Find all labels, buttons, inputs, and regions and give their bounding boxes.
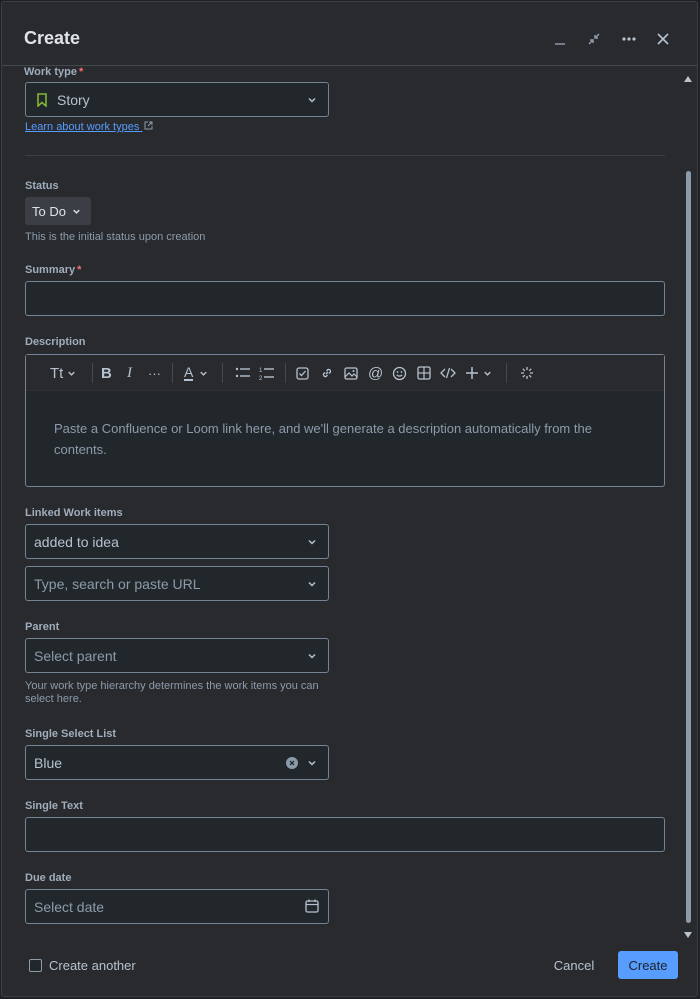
more-icon[interactable] bbox=[618, 28, 640, 50]
due-date-placeholder: Select date bbox=[34, 898, 105, 915]
linked-work-items-label: Linked Work items bbox=[25, 507, 123, 519]
text-color-icon[interactable]: A bbox=[184, 364, 209, 382]
create-dialog: Create Work type * Story Learn about wor… bbox=[1, 1, 698, 997]
dialog-header: Create bbox=[2, 2, 697, 66]
bullet-list-icon[interactable] bbox=[235, 364, 251, 382]
form-scroll-area[interactable]: Work type* Story Learn about work types bbox=[2, 67, 697, 933]
ai-sparkle-icon[interactable] bbox=[520, 364, 534, 382]
link-icon[interactable] bbox=[320, 364, 334, 382]
single-select-list[interactable]: Blue bbox=[25, 745, 329, 780]
scrollbar-thumb[interactable] bbox=[686, 171, 691, 923]
chevron-down-icon bbox=[306, 649, 318, 665]
single-text-input[interactable] bbox=[25, 817, 665, 852]
toolbar-separator bbox=[285, 363, 286, 383]
text-style-button[interactable]: Tt bbox=[50, 364, 77, 382]
link-relation-select[interactable]: added to idea bbox=[25, 524, 329, 559]
status-helper: This is the initial status upon creation bbox=[25, 231, 206, 243]
create-button[interactable]: Create bbox=[618, 951, 678, 979]
clear-icon[interactable] bbox=[286, 757, 298, 769]
numbered-list-icon[interactable]: 12 bbox=[259, 364, 275, 382]
image-icon[interactable] bbox=[344, 364, 358, 382]
more-formatting-icon[interactable]: ··· bbox=[148, 364, 161, 382]
status-label: Status bbox=[25, 180, 59, 192]
chevron-down-icon bbox=[71, 206, 82, 217]
linked-item-search-placeholder: Type, search or paste URL bbox=[34, 575, 201, 592]
description-label: Description bbox=[25, 336, 86, 348]
toolbar-separator bbox=[222, 363, 223, 383]
due-date-picker[interactable]: Select date bbox=[25, 889, 329, 924]
summary-input[interactable] bbox=[25, 281, 665, 316]
linked-item-search[interactable]: Type, search or paste URL bbox=[25, 566, 329, 601]
bookmark-icon bbox=[36, 92, 48, 107]
external-link-icon bbox=[144, 121, 153, 133]
scroll-up-arrow[interactable] bbox=[684, 70, 692, 82]
learn-work-types-link[interactable]: Learn about work types bbox=[25, 121, 153, 133]
parent-placeholder: Select parent bbox=[34, 647, 117, 664]
bold-icon[interactable]: B bbox=[101, 364, 112, 382]
chevron-down-icon bbox=[306, 577, 318, 593]
chevron-down-icon bbox=[306, 756, 318, 772]
parent-select[interactable]: Select parent bbox=[25, 638, 329, 673]
single-select-value: Blue bbox=[34, 754, 63, 771]
work-type-value: Story bbox=[57, 91, 90, 108]
editor-toolbar: Tt B I ··· A 1 2 @ bbox=[26, 355, 664, 391]
work-type-label: Work type * bbox=[24, 67, 84, 78]
emoji-icon[interactable] bbox=[392, 364, 407, 382]
svg-text:1: 1 bbox=[259, 368, 263, 374]
work-type-select[interactable]: Story bbox=[25, 82, 329, 117]
dialog-title: Create bbox=[24, 28, 81, 48]
link-relation-value: added to idea bbox=[34, 533, 119, 550]
parent-label: Parent bbox=[25, 621, 60, 633]
italic-icon[interactable]: I bbox=[127, 364, 132, 382]
dialog-footer: Create another Cancel Create bbox=[2, 933, 697, 997]
summary-label: Summary * bbox=[25, 264, 82, 276]
scroll-down-arrow[interactable] bbox=[684, 926, 692, 938]
table-icon[interactable] bbox=[417, 364, 431, 382]
minimize-icon[interactable] bbox=[549, 28, 571, 50]
collapse-icon[interactable] bbox=[583, 28, 605, 50]
svg-text:2: 2 bbox=[259, 376, 263, 381]
insert-plus-icon[interactable] bbox=[465, 364, 493, 382]
section-divider bbox=[25, 155, 665, 156]
parent-helper: Your work type hierarchy determines the … bbox=[25, 680, 319, 705]
close-icon[interactable] bbox=[652, 28, 674, 50]
calendar-icon[interactable] bbox=[305, 899, 319, 916]
checkbox-icon[interactable] bbox=[296, 364, 309, 382]
toolbar-separator bbox=[92, 363, 93, 383]
status-value: To Do bbox=[32, 203, 66, 219]
status-dropdown[interactable]: To Do bbox=[25, 197, 91, 225]
due-date-label: Due date bbox=[25, 872, 72, 884]
create-another-checkbox[interactable] bbox=[29, 959, 42, 972]
mention-icon[interactable]: @ bbox=[368, 364, 383, 382]
toolbar-separator bbox=[506, 363, 507, 383]
single-select-label: Single Select List bbox=[25, 728, 117, 740]
description-placeholder: Paste a Confluence or Loom link here, an… bbox=[54, 421, 592, 457]
single-text-label: Single Text bbox=[25, 800, 83, 812]
chevron-down-icon bbox=[306, 93, 318, 109]
cancel-button[interactable]: Cancel bbox=[542, 951, 606, 979]
chevron-down-icon bbox=[306, 535, 318, 551]
code-icon[interactable] bbox=[440, 364, 456, 382]
toolbar-separator bbox=[172, 363, 173, 383]
description-editor[interactable]: Tt B I ··· A 1 2 @ Paste a Confluence or… bbox=[25, 354, 665, 487]
create-another-label[interactable]: Create another bbox=[49, 958, 136, 973]
